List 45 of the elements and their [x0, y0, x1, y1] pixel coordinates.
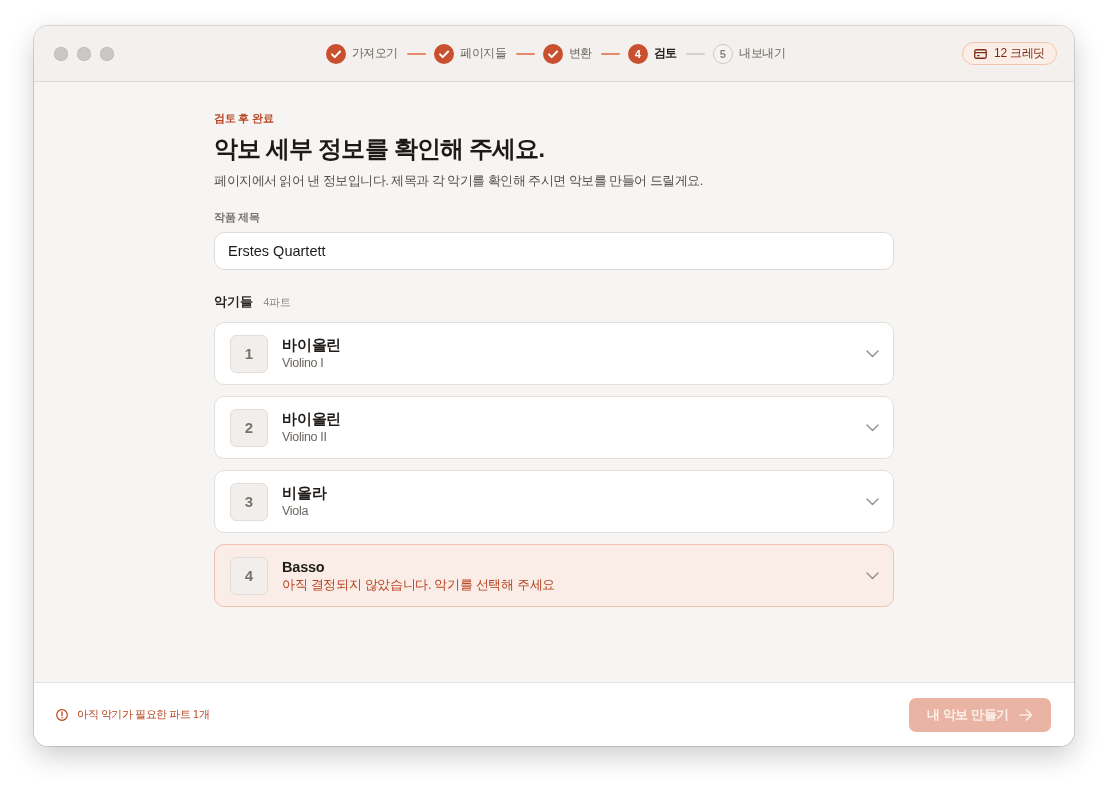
part-number: 4 — [230, 556, 268, 595]
step-number: 5 — [712, 43, 733, 64]
step-label: 변환 — [568, 46, 592, 61]
window-control-icon[interactable] — [54, 46, 68, 61]
part-number: 1 — [230, 334, 268, 373]
step-number: 4 — [627, 43, 648, 64]
card-icon — [974, 48, 988, 59]
part-number: 3 — [230, 482, 268, 521]
instrument-row[interactable]: 2 바이올린 Violino II — [214, 396, 894, 459]
step-label: 내보내기 — [738, 46, 786, 61]
check-circle-icon — [434, 43, 455, 64]
step-label: 페이지들 — [460, 46, 507, 61]
eyebrow-text: 검토 후 완료 — [214, 111, 274, 125]
field-label: 작품 제목 — [214, 210, 260, 225]
instrument-detail: Violino I — [282, 354, 324, 372]
instrument-detail: Violino II — [282, 428, 327, 446]
page-subtitle: 페이지에서 읽어 낸 정보입니다. 제목과 각 악기를 확인해 주시면 악보를 만들어 드릴게요. — [214, 173, 703, 190]
window-control-icon[interactable] — [77, 46, 91, 61]
status-message: 아직 결정되지 않았습니다. 악기를 선택해 주세요 — [282, 576, 556, 594]
chevron-down-icon — [866, 349, 879, 358]
part-number: 2 — [230, 408, 268, 447]
chevron-down-icon — [866, 497, 879, 506]
instrument-name: 바이올린 — [282, 409, 342, 429]
instrument-name: 비올라 — [282, 483, 327, 503]
check-circle-icon — [542, 43, 563, 64]
arrow-right-icon — [1019, 708, 1033, 721]
part-count: 4파트 — [263, 295, 291, 310]
instrument-row[interactable]: 3 비올라 Viola — [214, 470, 894, 533]
title-input[interactable]: Erstes Quartett — [214, 232, 894, 270]
check-circle-icon — [325, 43, 346, 64]
instrument-detail: Viola — [282, 502, 309, 520]
warning-text: 아직 악기가 필요한 파트 1개 — [77, 707, 210, 722]
step-label: 검토 — [653, 46, 677, 61]
page-title: 악보 세부 정보를 확인해 주세요. — [214, 135, 545, 164]
section-heading: 악기들 — [214, 294, 253, 311]
instrument-name: Basso — [282, 557, 325, 577]
instrument-name: 바이올린 — [282, 335, 342, 355]
chevron-down-icon — [866, 571, 879, 580]
step-label: 가져오기 — [351, 46, 399, 61]
chevron-down-icon — [866, 423, 879, 432]
instrument-row[interactable]: 4 Basso 아직 결정되지 않았습니다. 악기를 선택해 주세요 — [214, 544, 894, 607]
window-control-icon[interactable] — [100, 46, 114, 61]
alert-icon — [56, 708, 68, 721]
instrument-row[interactable]: 1 바이올린 Violino I — [214, 322, 894, 385]
credits-button[interactable]: 12 크레딧 — [962, 42, 1057, 65]
